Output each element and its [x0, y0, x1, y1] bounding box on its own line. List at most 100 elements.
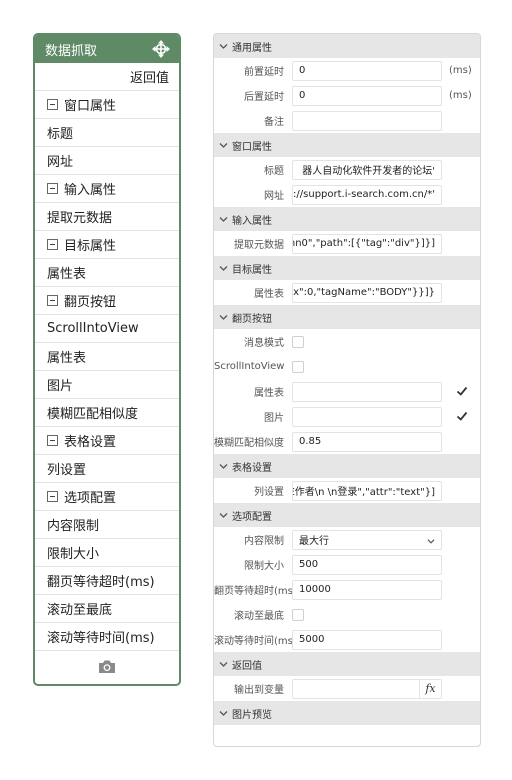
property-input[interactable]: 0: [292, 85, 442, 106]
collapse-toggle-icon[interactable]: [47, 435, 58, 446]
section-header[interactable]: 输入属性: [214, 207, 480, 231]
section-header[interactable]: 选项配置: [214, 503, 480, 527]
collapse-toggle-icon[interactable]: [47, 295, 58, 306]
node-row-scroll-into-view[interactable]: ScrollIntoView: [35, 315, 179, 343]
property-label: 输出到变量: [234, 685, 284, 696]
section-toggle[interactable]: [218, 215, 228, 223]
property-input[interactable]: 5000: [292, 629, 442, 650]
node-row-label: 翻页按钮: [64, 295, 117, 310]
node-footer: [35, 648, 179, 684]
chevron-down-icon[interactable]: [219, 141, 228, 149]
checkmark-icon: [456, 386, 468, 396]
chevron-down-icon[interactable]: [219, 313, 228, 321]
property-select[interactable]: 最大行: [292, 529, 442, 550]
move-crosshair-icon[interactable]: [152, 40, 170, 58]
property-input[interactable]: fx: [292, 678, 442, 699]
fx-button[interactable]: fx: [419, 679, 441, 698]
property-checkbox[interactable]: [292, 360, 304, 373]
collapse-toggle-icon[interactable]: [47, 239, 58, 250]
property-input[interactable]: 500: [292, 554, 442, 575]
property-input[interactable]: 0.85: [292, 431, 442, 452]
chevron-down-icon[interactable]: [219, 42, 228, 50]
camera-icon[interactable]: [98, 659, 116, 674]
section-toggle[interactable]: [218, 660, 228, 668]
property-label: 消息模式: [244, 338, 284, 349]
property-input[interactable]: 0: [292, 60, 442, 81]
chevron-down-icon[interactable]: [219, 511, 228, 519]
node-row-title[interactable]: 标题: [35, 119, 179, 147]
node-row-scroll-bottom[interactable]: 滚动至最底: [35, 595, 179, 623]
node-row-limit-size[interactable]: 限制大小: [35, 539, 179, 567]
section-header[interactable]: 窗口属性: [214, 133, 480, 157]
section-toggle[interactable]: [218, 709, 228, 717]
collapse-toggle-icon[interactable]: [47, 99, 58, 110]
group-table-settings[interactable]: 表格设置: [35, 427, 179, 455]
property-value: 器人自动化软件开发者的论坛': [302, 166, 435, 177]
property-row: ScrollIntoView: [214, 354, 480, 379]
chevron-down-icon[interactable]: [219, 462, 228, 470]
section-header[interactable]: 翻页按钮: [214, 305, 480, 329]
node-row-attr-table[interactable]: 属性表: [35, 259, 179, 287]
node-row-extract-metadata[interactable]: 提取元数据: [35, 203, 179, 231]
chevron-down-icon[interactable]: [219, 215, 228, 223]
node-row-url[interactable]: 网址: [35, 147, 179, 175]
property-row: 翻页等待超时(ms) 10000: [214, 577, 480, 602]
section-toggle[interactable]: [218, 511, 228, 519]
node-row-content-limit[interactable]: 内容限制: [35, 511, 179, 539]
property-input[interactable]: 10000: [292, 579, 442, 600]
property-checkbox[interactable]: [292, 608, 304, 621]
property-input[interactable]: [292, 381, 442, 402]
node-row-label: 图片: [47, 379, 74, 394]
node-return-value[interactable]: 返回值: [35, 63, 179, 91]
section-title: 返回值: [232, 660, 262, 672]
group-options[interactable]: 选项配置: [35, 483, 179, 511]
section-header[interactable]: 通用属性: [214, 34, 480, 58]
property-label: 图片: [264, 413, 284, 424]
chevron-down-icon[interactable]: [427, 537, 435, 545]
property-input[interactable]: E作者\n \n登录","attr":"text"}]: [292, 480, 442, 501]
group-target-props[interactable]: 目标属性: [35, 231, 179, 259]
section-header[interactable]: 返回值: [214, 652, 480, 676]
property-row: 滚动等待时间(ms) 5000: [214, 627, 480, 652]
chevron-down-icon[interactable]: [219, 709, 228, 717]
property-row: 图片: [214, 404, 480, 429]
property-input[interactable]: [292, 110, 442, 131]
section-toggle[interactable]: [218, 313, 228, 321]
section-toggle[interactable]: [218, 264, 228, 272]
node-row-column-settings[interactable]: 列设置: [35, 455, 179, 483]
property-input[interactable]: [292, 406, 442, 427]
section-header[interactable]: 图片预览: [214, 701, 480, 725]
property-checkbox[interactable]: [292, 335, 304, 348]
group-pagination[interactable]: 翻页按钮: [35, 287, 179, 315]
property-value: dex":0,"tagName":"BODY"}}]}: [292, 287, 435, 298]
node-row-label: 目标属性: [64, 239, 117, 254]
property-input[interactable]: 器人自动化软件开发者的论坛': [292, 159, 442, 180]
data-scrape-node[interactable]: 数据抓取 返回值 窗口属性 标题 网址 输入属性 提取元数据 目标属性 属性表 翻页按钮 Scr…: [33, 33, 181, 686]
unit-label: (ms): [449, 65, 472, 76]
property-input[interactable]: dex":0,"tagName":"BODY"}}]}: [292, 282, 442, 303]
node-header[interactable]: 数据抓取: [35, 35, 179, 63]
property-row: 属性表 dex":0,"tagName":"BODY"}}]}: [214, 280, 480, 305]
group-input-props[interactable]: 输入属性: [35, 175, 179, 203]
collapse-toggle-icon[interactable]: [47, 183, 58, 194]
section-header[interactable]: 表格设置: [214, 454, 480, 478]
property-value: 最大行: [299, 536, 329, 547]
chevron-down-icon[interactable]: [219, 264, 228, 272]
node-row-scroll-wait[interactable]: 滚动等待时间(ms): [35, 623, 179, 651]
property-input[interactable]: umn0","path":[{"tag":"div"}]}]: [292, 233, 442, 254]
property-row: 输出到变量 fx: [214, 676, 480, 701]
section-toggle[interactable]: [218, 141, 228, 149]
collapse-toggle-icon[interactable]: [47, 491, 58, 502]
node-row-image[interactable]: 图片: [35, 371, 179, 399]
section-title: 通用属性: [232, 42, 272, 54]
section-header[interactable]: 目标属性: [214, 256, 480, 280]
node-row-fuzzy-similarity[interactable]: 模糊匹配相似度: [35, 399, 179, 427]
node-row-page-attr-table[interactable]: 属性表: [35, 343, 179, 371]
chevron-down-icon[interactable]: [219, 660, 228, 668]
property-input[interactable]: ://support.i-search.com.cn/*': [292, 184, 442, 205]
property-label: 网址: [264, 191, 284, 202]
section-toggle[interactable]: [218, 42, 228, 50]
section-toggle[interactable]: [218, 462, 228, 470]
node-row-page-wait-timeout[interactable]: 翻页等待超时(ms): [35, 567, 179, 595]
group-window-props[interactable]: 窗口属性: [35, 91, 179, 119]
